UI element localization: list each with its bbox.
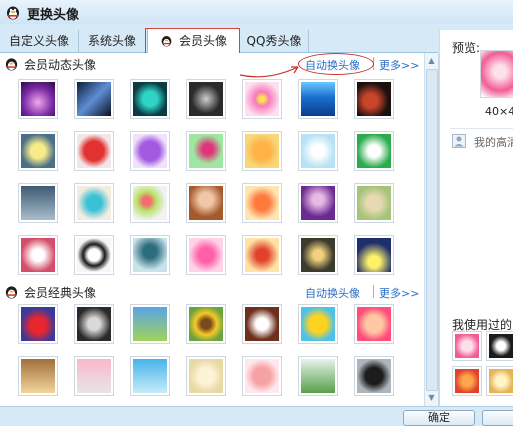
avatar-thumbnail[interactable] — [186, 235, 226, 275]
preview-size-label: 40×40 — [485, 105, 513, 118]
avatar-thumbnail[interactable] — [354, 304, 394, 344]
avatar-thumbnail[interactable] — [298, 356, 338, 396]
qq-penguin-icon — [7, 6, 19, 20]
tab-bar: 自定义头像 系统头像 会员头像 QQ秀头像 — [0, 28, 438, 54]
avatar-thumbnail[interactable] — [298, 183, 338, 223]
tab-member-avatar-label: 会员头像 — [179, 34, 228, 48]
avatar-thumbnail[interactable] — [242, 183, 282, 223]
divider — [450, 128, 513, 129]
avatar-thumbnail[interactable] — [298, 131, 338, 171]
used-avatar-thumbnail[interactable] — [452, 366, 482, 396]
avatar-thumbnail[interactable] — [354, 131, 394, 171]
auto-change-avatar-link[interactable]: 自动换头像 — [305, 57, 360, 73]
avatar-thumbnail[interactable] — [298, 79, 338, 119]
avatar-thumbnail[interactable] — [242, 235, 282, 275]
avatar-thumbnail[interactable] — [18, 79, 58, 119]
avatar-thumbnail[interactable] — [18, 183, 58, 223]
avatar-thumbnail[interactable] — [242, 304, 282, 344]
title-bar: 更换头像 — [0, 0, 513, 24]
avatar-thumbnail[interactable] — [186, 304, 226, 344]
avatar-thumbnail[interactable] — [242, 79, 282, 119]
avatar-thumbnail[interactable] — [18, 131, 58, 171]
avatar-thumbnail[interactable] — [130, 304, 170, 344]
avatar-thumbnail[interactable] — [130, 235, 170, 275]
used-avatar-thumbnail[interactable] — [486, 331, 513, 361]
scrollbar-thumb[interactable] — [426, 69, 438, 391]
user-icon — [452, 134, 466, 148]
auto-change-avatar-link[interactable]: 自动换头像 — [305, 285, 360, 301]
avatar-thumbnail[interactable] — [242, 131, 282, 171]
avatar-thumbnail[interactable] — [186, 356, 226, 396]
link-divider — [373, 285, 374, 298]
avatar-thumbnail[interactable] — [18, 235, 58, 275]
tab-member-avatar[interactable]: 会员头像 — [147, 28, 240, 54]
used-avatar-thumbnail[interactable] — [452, 331, 482, 361]
preview-label: 预览: — [452, 41, 481, 55]
qq-penguin-icon — [161, 36, 172, 47]
avatar-thumbnail[interactable] — [186, 183, 226, 223]
qq-penguin-icon — [5, 58, 18, 71]
avatar-thumbnail[interactable] — [130, 131, 170, 171]
qq-penguin-icon — [5, 286, 18, 299]
avatar-thumbnail[interactable] — [298, 235, 338, 275]
avatar-thumbnail[interactable] — [130, 356, 170, 396]
section-header-classic: 会员经典头像 自动换头像 更多>> — [0, 282, 420, 302]
scroll-up-arrow-icon[interactable]: ▲ — [425, 54, 438, 67]
more-link[interactable]: 更多>> — [379, 285, 419, 301]
scroll-down-arrow-icon[interactable]: ▼ — [425, 391, 438, 404]
section-title-classic: 会员经典头像 — [24, 286, 97, 300]
section-title-dynamic: 会员动态头像 — [24, 58, 97, 72]
avatar-thumbnail[interactable] — [18, 356, 58, 396]
avatar-preview-image — [480, 50, 513, 98]
avatar-thumbnail[interactable] — [74, 304, 114, 344]
avatar-thumbnail[interactable] — [186, 79, 226, 119]
used-avatar-thumbnail[interactable] — [486, 366, 513, 396]
avatar-thumbnail[interactable] — [242, 356, 282, 396]
avatar-thumbnail[interactable] — [186, 131, 226, 171]
avatar-thumbnail[interactable] — [74, 356, 114, 396]
cancel-button[interactable] — [482, 410, 513, 426]
avatar-thumbnail[interactable] — [74, 131, 114, 171]
avatar-thumbnail[interactable] — [354, 235, 394, 275]
hd-avatar-link[interactable]: 我的高清 — [474, 134, 513, 150]
tab-qqshow-avatar[interactable]: QQ秀头像 — [240, 30, 309, 52]
avatar-thumbnail[interactable] — [354, 79, 394, 119]
tab-system-avatar[interactable]: 系统头像 — [79, 30, 146, 52]
window-title: 更换头像 — [27, 8, 80, 23]
avatar-scrollbar[interactable]: ▲ ▼ — [424, 53, 438, 406]
section-header-dynamic: 会员动态头像 自动换头像 更多>> — [0, 54, 420, 74]
link-divider — [373, 57, 374, 70]
preview-panel: 预览: 40×40 我的高清 我使用过的 — [439, 30, 513, 406]
avatar-thumbnail[interactable] — [74, 79, 114, 119]
avatar-thumbnail[interactable] — [130, 79, 170, 119]
avatar-thumbnail[interactable] — [354, 356, 394, 396]
more-link[interactable]: 更多>> — [379, 57, 419, 73]
avatar-thumbnail[interactable] — [74, 235, 114, 275]
tab-custom-avatar[interactable]: 自定义头像 — [0, 30, 79, 52]
avatar-thumbnail[interactable] — [74, 183, 114, 223]
avatar-panel: 会员动态头像 自动换头像 更多>> 会员经典头像 自动换头像 更多>> — [0, 53, 439, 406]
avatar-thumbnail[interactable] — [354, 183, 394, 223]
avatar-thumbnail[interactable] — [130, 183, 170, 223]
avatar-thumbnail[interactable] — [18, 304, 58, 344]
ok-button[interactable]: 确定 — [403, 410, 475, 426]
avatar-thumbnail[interactable] — [298, 304, 338, 344]
